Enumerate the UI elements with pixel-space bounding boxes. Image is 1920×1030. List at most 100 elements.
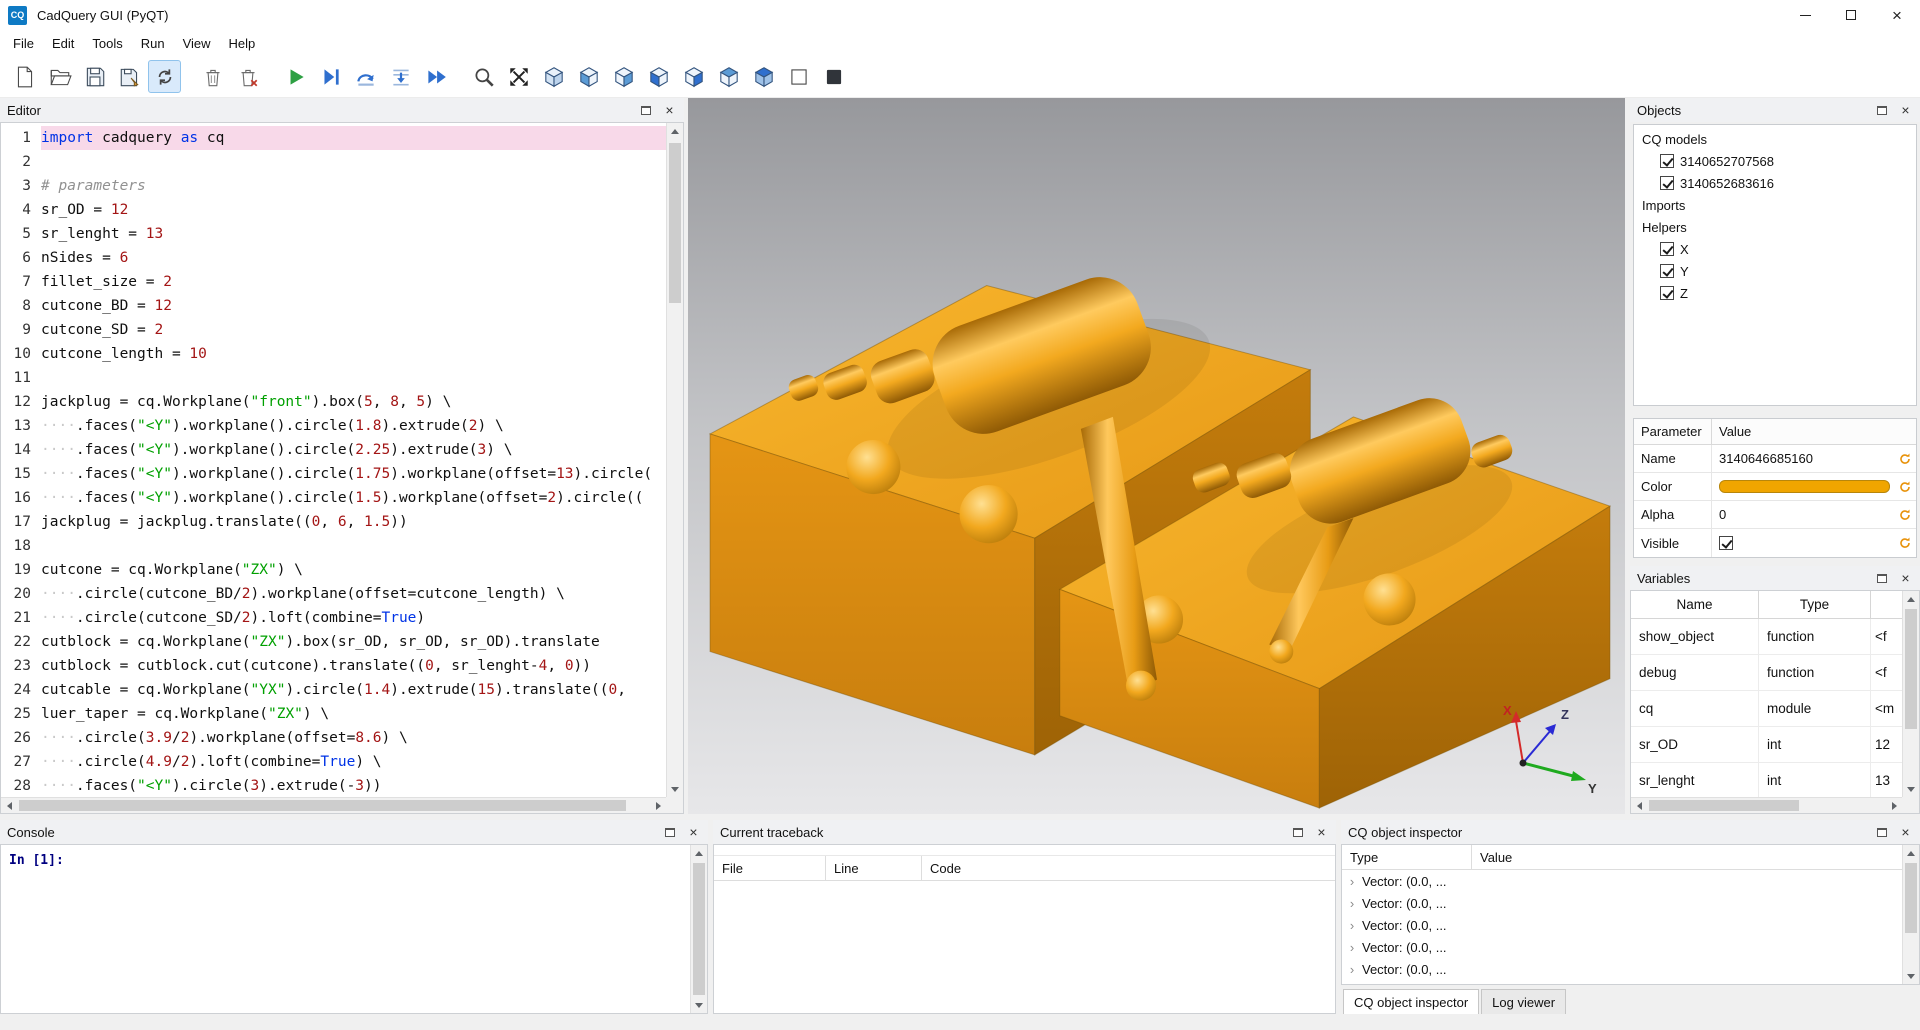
- checkbox[interactable]: [1660, 242, 1674, 256]
- properties-header-value[interactable]: Value: [1712, 424, 1916, 439]
- property-value[interactable]: 0: [1712, 501, 1894, 528]
- dock-close-button[interactable]: ×: [1898, 825, 1913, 840]
- tab-log-viewer[interactable]: Log viewer: [1481, 989, 1566, 1014]
- properties-header-parameter[interactable]: Parameter: [1634, 419, 1712, 444]
- shaded-button[interactable]: [817, 60, 850, 93]
- property-value[interactable]: 3140646685160: [1712, 445, 1894, 472]
- scroll-left-button[interactable]: [1631, 798, 1647, 814]
- dock-close-button[interactable]: ×: [662, 103, 677, 118]
- save-as-button[interactable]: [113, 60, 146, 93]
- console-input-area[interactable]: In [1]:: [1, 845, 690, 1013]
- scroll-up-button[interactable]: [1903, 845, 1919, 861]
- iso-view-button[interactable]: [537, 60, 570, 93]
- tab-cq-object-inspector[interactable]: CQ object inspector: [1343, 989, 1479, 1014]
- step-button[interactable]: [349, 60, 382, 93]
- scroll-up-button[interactable]: [667, 123, 683, 139]
- variable-row[interactable]: debugfunction<f: [1631, 655, 1902, 691]
- save-button[interactable]: [78, 60, 111, 93]
- continue-button[interactable]: [419, 60, 452, 93]
- reset-property-button[interactable]: [1894, 529, 1916, 557]
- scroll-up-button[interactable]: [1903, 591, 1919, 607]
- checkbox[interactable]: [1719, 536, 1733, 550]
- menu-tools[interactable]: Tools: [83, 32, 131, 55]
- scrollbar-thumb[interactable]: [1905, 609, 1917, 729]
- fit-screen-button[interactable]: [502, 60, 535, 93]
- close-button[interactable]: ×: [1874, 0, 1920, 30]
- open-button[interactable]: [43, 60, 76, 93]
- scroll-up-button[interactable]: [691, 845, 707, 861]
- dock-float-button[interactable]: [1290, 825, 1305, 840]
- tree-item-cq-models[interactable]: CQ models: [1634, 128, 1916, 150]
- fit-view-button[interactable]: [467, 60, 500, 93]
- minimize-button[interactable]: [1782, 0, 1828, 30]
- menu-view[interactable]: View: [174, 32, 220, 55]
- reset-property-button[interactable]: [1894, 473, 1916, 500]
- wireframe-button[interactable]: [782, 60, 815, 93]
- scrollbar-thumb[interactable]: [669, 143, 681, 303]
- variables-header-name[interactable]: Name: [1631, 591, 1759, 618]
- debug-button[interactable]: [314, 60, 347, 93]
- checkbox[interactable]: [1660, 154, 1674, 168]
- expand-icon[interactable]: ›: [1342, 896, 1362, 911]
- expand-icon[interactable]: ›: [1342, 874, 1362, 889]
- variable-row[interactable]: sr_lenghtint13: [1631, 763, 1902, 797]
- dock-float-button[interactable]: [1874, 571, 1889, 586]
- dock-float-button[interactable]: [638, 103, 653, 118]
- dock-close-button[interactable]: ×: [1314, 825, 1329, 840]
- traceback-header-code[interactable]: Code: [922, 861, 1335, 876]
- inspector-header-type[interactable]: Type: [1342, 845, 1472, 869]
- scroll-down-button[interactable]: [1903, 968, 1919, 984]
- variables-horizontal-scrollbar[interactable]: [1631, 797, 1902, 813]
- back-view-button[interactable]: [607, 60, 640, 93]
- inspector-vertical-scrollbar[interactable]: [1902, 845, 1919, 984]
- left-view-button[interactable]: [642, 60, 675, 93]
- menu-help[interactable]: Help: [220, 32, 265, 55]
- variables-header-type[interactable]: Type: [1759, 591, 1871, 618]
- checkbox[interactable]: [1660, 286, 1674, 300]
- new-file-button[interactable]: [8, 60, 41, 93]
- tree-item-helper-y[interactable]: Y: [1634, 260, 1916, 282]
- console-vertical-scrollbar[interactable]: [690, 845, 707, 1013]
- scrollbar-thumb[interactable]: [19, 800, 626, 811]
- scroll-down-button[interactable]: [1903, 781, 1919, 797]
- dock-close-button[interactable]: ×: [1898, 103, 1913, 118]
- expand-icon[interactable]: ›: [1342, 918, 1362, 933]
- maximize-button[interactable]: [1828, 0, 1874, 30]
- menu-edit[interactable]: Edit: [43, 32, 83, 55]
- variables-vertical-scrollbar[interactable]: [1902, 591, 1919, 797]
- tree-item-helper-z[interactable]: Z: [1634, 282, 1916, 304]
- editor-code-area[interactable]: 1import cadquery as cq23# parameters4sr_…: [1, 123, 666, 797]
- menu-run[interactable]: Run: [132, 32, 174, 55]
- dock-float-button[interactable]: [662, 825, 677, 840]
- variable-row[interactable]: show_objectfunction<f: [1631, 619, 1902, 655]
- step-into-button[interactable]: [384, 60, 417, 93]
- clear-button[interactable]: [231, 60, 264, 93]
- top-view-button[interactable]: [712, 60, 745, 93]
- tree-item-model-1[interactable]: 3140652707568: [1634, 150, 1916, 172]
- dock-float-button[interactable]: [1874, 825, 1889, 840]
- menu-file[interactable]: File: [4, 32, 43, 55]
- inspector-row[interactable]: ›Vector: (0.0, ...: [1342, 958, 1902, 980]
- inspector-row[interactable]: ›Vector: (0.0, ...: [1342, 892, 1902, 914]
- bottom-view-button[interactable]: [747, 60, 780, 93]
- dock-close-button[interactable]: ×: [686, 825, 701, 840]
- inspector-row[interactable]: ›Vector: (0.0, ...: [1342, 914, 1902, 936]
- scroll-left-button[interactable]: [1, 798, 17, 814]
- scroll-right-button[interactable]: [1886, 798, 1902, 814]
- front-view-button[interactable]: [572, 60, 605, 93]
- tree-item-imports[interactable]: Imports: [1634, 194, 1916, 216]
- render-button[interactable]: [279, 60, 312, 93]
- color-swatch[interactable]: [1719, 480, 1890, 493]
- delete-button[interactable]: [196, 60, 229, 93]
- inspector-row[interactable]: ›Vector: (0.0, ...: [1342, 936, 1902, 958]
- inspector-row[interactable]: ›Vector: (0.0, ...: [1342, 870, 1902, 892]
- checkbox[interactable]: [1660, 264, 1674, 278]
- scrollbar-thumb[interactable]: [1649, 800, 1799, 811]
- expand-icon[interactable]: ›: [1342, 940, 1362, 955]
- reset-property-button[interactable]: [1894, 445, 1916, 472]
- scrollbar-thumb[interactable]: [693, 863, 705, 995]
- tree-item-model-2[interactable]: 3140652683616: [1634, 172, 1916, 194]
- variable-row[interactable]: cqmodule<m: [1631, 691, 1902, 727]
- scroll-down-button[interactable]: [667, 781, 683, 797]
- scrollbar-thumb[interactable]: [1905, 863, 1917, 933]
